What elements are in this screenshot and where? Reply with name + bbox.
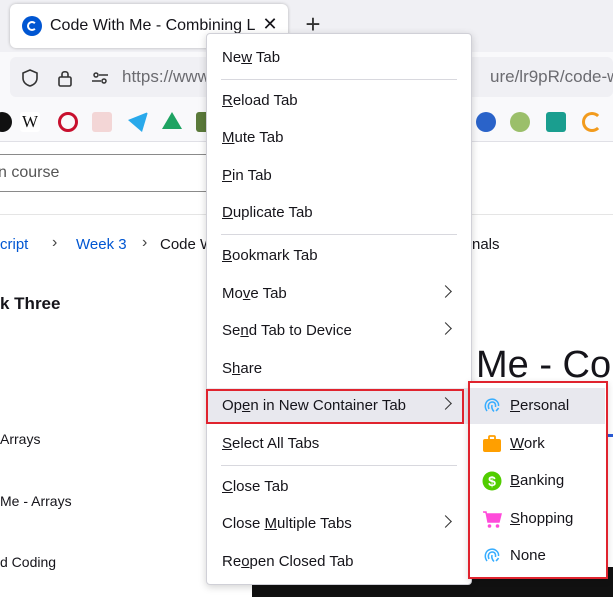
container-item-banking[interactable]: $ Banking <box>470 463 605 499</box>
sidebar-item[interactable]: Me - Arrays <box>0 493 72 509</box>
menu-item-close-multiple-tabs[interactable]: Close Multiple Tabs <box>207 506 471 542</box>
permissions-icon[interactable] <box>90 68 110 88</box>
menu-item-label: Send Tab to Device <box>222 322 352 340</box>
dollar-icon: $ <box>482 471 502 491</box>
bookmark-site4-icon[interactable] <box>510 112 530 132</box>
bookmark-github-icon[interactable] <box>0 112 12 132</box>
menu-item-label: Duplicate Tab <box>222 204 313 222</box>
week-heading: k Three <box>0 294 61 313</box>
menu-item-pin-tab[interactable]: Pin Tab <box>207 158 471 194</box>
menu-item-reload-tab[interactable]: Reload Tab <box>207 83 471 119</box>
cart-icon <box>482 509 502 529</box>
menu-item-label: Close Multiple Tabs <box>222 515 352 533</box>
svg-text:$: $ <box>488 473 496 489</box>
chevron-right-icon: › <box>52 234 58 251</box>
url-text-right: ure/lr9pR/code-with <box>490 67 613 86</box>
chevron-right-icon <box>439 284 452 298</box>
chevron-right-icon <box>439 322 452 336</box>
menu-item-label: Reopen Closed Tab <box>222 552 354 570</box>
briefcase-icon <box>482 434 502 454</box>
bookmark-site3-icon[interactable] <box>476 112 496 132</box>
menu-item-label: Close Tab <box>222 477 289 495</box>
lock-icon[interactable] <box>55 68 75 88</box>
bookmark-site6-icon[interactable] <box>582 112 602 132</box>
menu-separator <box>221 234 457 235</box>
container-item-label: Shopping <box>510 509 574 527</box>
chevron-right-icon: › <box>142 234 148 251</box>
menu-item-label: Bookmark Tab <box>222 247 318 264</box>
container-item-personal[interactable]: Personal <box>470 388 605 424</box>
container-item-label: Banking <box>510 472 565 489</box>
menu-item-reopen-closed-tab[interactable]: Reopen Closed Tab <box>207 544 471 580</box>
menu-separator <box>221 78 457 80</box>
bookmark-site-icon[interactable] <box>92 112 112 132</box>
menu-item-new-tab[interactable]: New Tab <box>207 40 471 76</box>
highlight-annotation <box>206 389 464 424</box>
container-submenu: Personal Work $ Banking Shopping None <box>468 381 608 579</box>
menu-separator <box>221 464 457 466</box>
menu-item-label: Pin Tab <box>222 166 272 184</box>
menu-item-move-tab[interactable]: Move Tab <box>207 276 471 312</box>
shield-icon[interactable] <box>20 68 40 88</box>
fingerprint-icon <box>482 396 502 416</box>
breadcrumb-week[interactable]: Week 3 <box>76 236 127 253</box>
breadcrumb-course[interactable]: cript <box>0 236 28 253</box>
bookmark-drive-icon[interactable] <box>162 112 182 129</box>
menu-item-send-tab-to-device[interactable]: Send Tab to Device <box>207 313 471 349</box>
menu-item-bookmark-tab[interactable]: Bookmark Tab <box>207 238 471 274</box>
url-text-left: https://www <box>122 67 210 86</box>
tab-context-menu: New Tab Reload Tab Mute Tab Pin Tab Duplicat… <box>206 33 472 585</box>
container-item-none[interactable]: None <box>470 538 605 574</box>
bookmark-quora-icon[interactable] <box>58 112 78 132</box>
menu-item-label: Move Tab <box>222 284 287 302</box>
menu-item-label: Share <box>222 359 263 377</box>
sidebar-item[interactable]: Arrays <box>0 431 40 447</box>
fingerprint-icon <box>482 546 502 566</box>
container-item-shopping[interactable]: Shopping <box>470 501 605 537</box>
bookmark-telegram-icon[interactable] <box>128 112 148 132</box>
menu-item-share[interactable]: Share <box>207 351 471 387</box>
sidebar-item[interactable]: d Coding <box>0 554 56 570</box>
search-placeholder: n course <box>0 164 60 181</box>
container-item-label: None <box>510 547 546 564</box>
coursera-favicon-icon <box>22 16 42 36</box>
bookmark-wikipedia-icon[interactable]: W <box>20 112 40 132</box>
menu-item-label: Select All Tabs <box>222 435 320 452</box>
chevron-right-icon <box>439 515 452 529</box>
menu-item-label: Reload Tab <box>222 91 298 109</box>
container-item-work[interactable]: Work <box>470 426 605 462</box>
menu-item-label: Mute Tab <box>222 129 284 147</box>
menu-item-close-tab[interactable]: Close Tab <box>207 469 471 505</box>
menu-item-label: New Tab <box>222 49 281 66</box>
menu-item-select-all-tabs[interactable]: Select All Tabs <box>207 426 471 462</box>
breadcrumb-tail: nals <box>472 236 500 253</box>
container-item-label: Personal <box>510 397 570 414</box>
menu-item-duplicate-tab[interactable]: Duplicate Tab <box>207 195 471 231</box>
menu-item-mute-tab[interactable]: Mute Tab <box>207 120 471 156</box>
container-item-label: Work <box>510 434 545 452</box>
bookmark-site5-icon[interactable] <box>546 112 566 132</box>
